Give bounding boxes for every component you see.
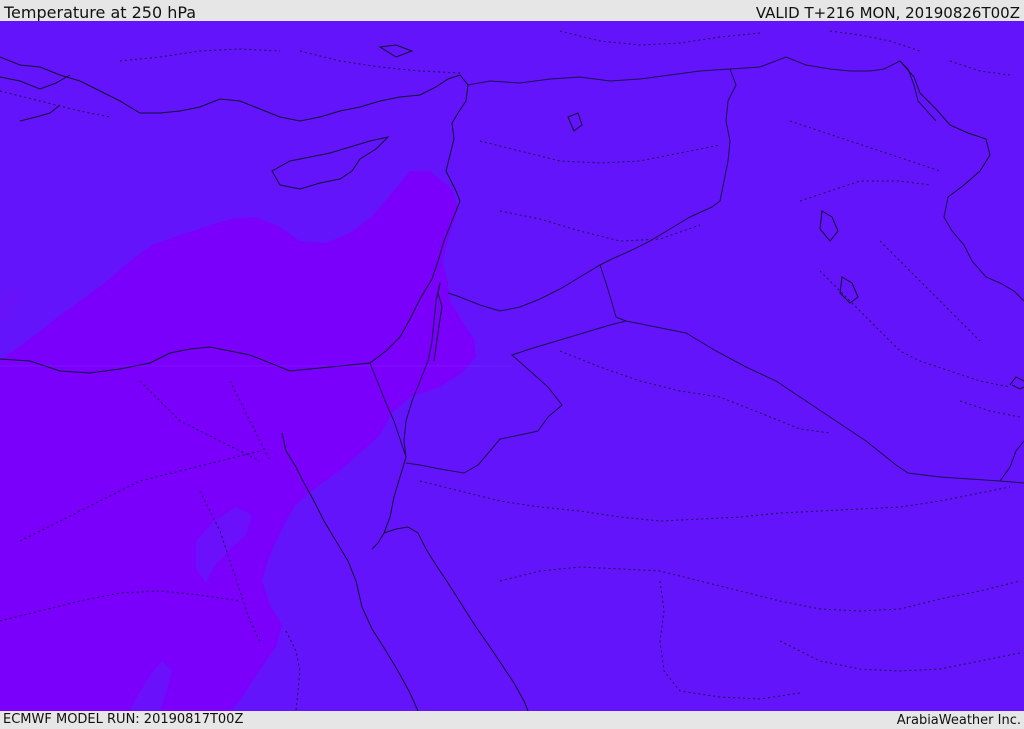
map-canvas (0, 21, 1024, 711)
weather-map-page: Temperature at 250 hPa VALID T+216 MON, … (0, 0, 1024, 729)
map-header: Temperature at 250 hPa VALID T+216 MON, … (0, 0, 1024, 22)
map-footer: ECMWF MODEL RUN: 20190817T00Z ArabiaWeat… (0, 711, 1024, 729)
map-title: Temperature at 250 hPa (4, 3, 197, 22)
credit-label: ArabiaWeather Inc. (896, 713, 1021, 728)
temperature-map[interactable] (0, 21, 1024, 711)
valid-time: VALID T+216 MON, 20190826T00Z (755, 4, 1020, 22)
model-run-label: ECMWF MODEL RUN: 20190817T00Z (3, 712, 244, 727)
